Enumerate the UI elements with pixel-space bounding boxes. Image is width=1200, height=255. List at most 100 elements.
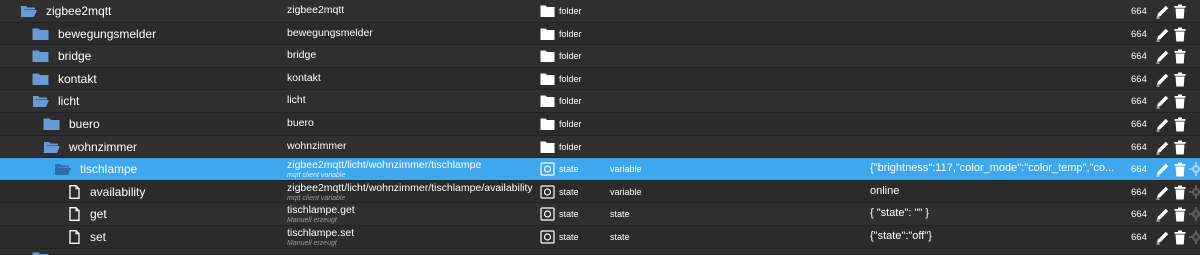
acl-value: 664 [1131,164,1147,176]
table-row[interactable] [0,248,1200,255]
object-type: state [559,164,579,175]
folder-icon[interactable] [32,49,49,63]
object-type: state [559,186,579,197]
table-row[interactable]: buero buero folder 664 [0,112,1200,136]
gear-icon[interactable] [1189,229,1200,244]
object-type: folder [559,51,582,62]
folder-open-icon[interactable] [20,4,37,18]
object-name: bridge [287,49,317,62]
edit-icon[interactable] [1155,4,1170,19]
object-value[interactable]: {"state":"off"} [870,230,1122,242]
acl-value: 664 [1131,28,1147,40]
folder-icon [540,73,555,85]
delete-icon[interactable] [1174,94,1186,109]
object-value[interactable]: online [870,185,1122,197]
tree-item-name[interactable]: tischlampe [80,162,137,176]
edit-icon[interactable] [1155,162,1170,177]
edit-icon[interactable] [1155,185,1170,200]
edit-icon[interactable] [1155,207,1170,222]
tree-item-name[interactable]: kontakt [58,72,97,86]
object-description: Manuell erzeugt [287,217,337,225]
folder-icon [540,50,555,63]
state-icon [540,230,555,244]
edit-icon[interactable] [1155,117,1170,132]
folder-icon[interactable] [43,117,60,131]
object-name: buero [287,116,314,129]
object-value[interactable]: { "state": "" } [870,207,1122,219]
delete-icon[interactable] [1174,230,1186,245]
table-row[interactable]: get tischlampe.get Manuell erzeugt state… [0,203,1200,226]
folder-open-icon[interactable] [54,162,71,176]
object-name: zigbee2mqtt [287,4,345,16]
delete-icon[interactable] [1174,49,1186,64]
table-row[interactable]: availability zigbee2mqtt/licht/wohnzimme… [0,180,1200,204]
acl-value: 664 [1131,141,1147,153]
table-row[interactable]: wohnzimmer wohnzimmer folder 664 [0,135,1200,159]
object-type: folder [559,6,582,16]
object-role: state [610,209,630,220]
object-name: bewegungsmelder [287,26,373,39]
tree-item-name[interactable]: bewegungsmelder [58,27,156,41]
table-row[interactable]: set tischlampe.set Manuell erzeugt state… [0,225,1200,249]
tree-item-name[interactable]: get [90,207,107,221]
table-row[interactable]: licht licht folder 664 [0,90,1200,113]
delete-icon[interactable] [1174,117,1186,132]
object-type: state [559,231,579,242]
folder-icon [540,118,555,130]
acl-value: 664 [1131,51,1147,63]
tree-item-name[interactable]: availability [90,185,145,199]
delete-icon[interactable] [1174,72,1186,87]
tree-item-name[interactable]: wohnzimmer [69,140,137,154]
acl-value: 664 [1131,186,1147,198]
object-type: folder [559,118,582,129]
folder-icon [540,5,555,17]
edit-icon[interactable] [1155,72,1170,87]
folder-icon [540,95,555,108]
edit-icon[interactable] [1155,49,1170,64]
table-row[interactable]: bridge bridge folder 664 [0,45,1200,68]
object-type: folder [559,141,582,152]
object-value[interactable]: {"brightness":117,"color_mode":"color_te… [870,162,1122,174]
delete-icon[interactable] [1174,207,1186,222]
file-icon[interactable] [66,184,83,199]
folder-open-icon[interactable] [32,94,49,108]
object-name: zigbee2mqtt/licht/wohnzimmer/tischlampe/… [287,181,533,194]
table-row-selected[interactable]: tischlampe zigbee2mqtt/licht/wohnzimmer/… [0,158,1200,181]
gear-icon[interactable] [1189,207,1200,222]
folder-icon[interactable] [32,27,49,41]
edit-icon[interactable] [1155,27,1170,42]
edit-icon[interactable] [1155,94,1170,109]
object-description: Manuell erzeugt [287,239,337,247]
object-type: folder [559,73,582,84]
delete-icon[interactable] [1174,140,1186,155]
object-role: variable [610,186,642,197]
object-role: variable [610,164,642,175]
folder-open-icon[interactable] [43,140,60,154]
acl-value: 664 [1131,73,1147,85]
tree-item-name[interactable]: zigbee2mqtt [46,4,111,18]
delete-icon[interactable] [1174,185,1186,200]
object-name: kontakt [287,71,321,84]
object-name: tischlampe.get [287,204,355,217]
acl-value: 664 [1131,118,1147,130]
delete-icon[interactable] [1174,162,1186,177]
table-row[interactable]: zigbee2mqtt zigbee2mqtt folder 664 [0,0,1200,23]
acl-value: 664 [1131,209,1147,221]
tree-item-name[interactable]: set [90,230,106,244]
tree-item-name[interactable]: bridge [58,49,91,63]
object-tree-table: zigbee2mqtt zigbee2mqtt folder 664 beweg… [0,0,1200,255]
object-description: mqtt client variable [287,172,346,180]
table-row[interactable]: bewegungsmelder bewegungsmelder folder 6… [0,22,1200,46]
delete-icon[interactable] [1174,4,1186,19]
file-icon[interactable] [66,229,83,244]
edit-icon[interactable] [1155,140,1170,155]
folder-icon[interactable] [32,72,49,86]
gear-icon[interactable] [1189,184,1200,199]
edit-icon[interactable] [1155,230,1170,245]
file-icon[interactable] [66,207,83,222]
gear-icon[interactable] [1189,162,1200,177]
tree-item-name[interactable]: licht [58,94,79,108]
table-row[interactable]: kontakt kontakt folder 664 [0,67,1200,91]
delete-icon[interactable] [1174,27,1186,42]
tree-item-name[interactable]: buero [69,117,100,131]
